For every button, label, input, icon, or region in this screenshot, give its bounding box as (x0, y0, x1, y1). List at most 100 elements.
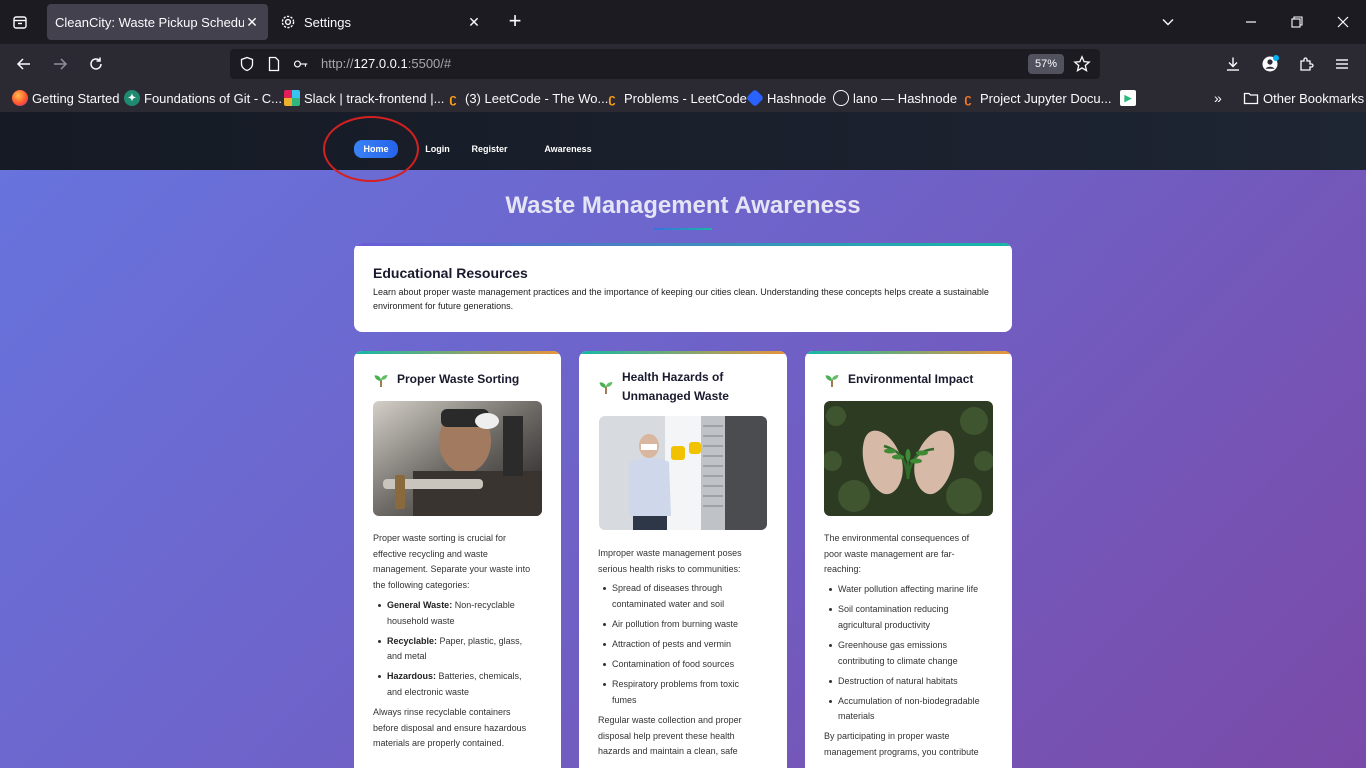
sprout-icon (374, 374, 388, 387)
card-accent-bar (579, 351, 787, 354)
star-icon[interactable] (1073, 55, 1091, 73)
tab-settings[interactable]: Settings ✕ (272, 4, 490, 40)
list-item-text: Attraction of pests and vermin (612, 639, 732, 650)
bookmark-slack[interactable]: Slack | track-frontend |... (284, 90, 444, 106)
url-host: 127.0.0.1 (353, 56, 408, 71)
list-item-text: Accumulation of non-biodegradable materi… (838, 695, 980, 722)
list-item-text: Destruction of natural habitats (838, 675, 958, 686)
list-item-text: Greenhouse gas emissions contributing to… (838, 639, 958, 666)
extensions-puzzle-icon[interactable] (1294, 52, 1318, 76)
key-icon[interactable] (293, 56, 309, 72)
topic-card-environmental-impact: Environmental Impact The environmental c… (805, 351, 1012, 768)
list-item: Spread of diseases through contaminated … (598, 581, 758, 612)
list-item: General Waste: Non-recyclable household … (373, 598, 533, 629)
sprout-icon (599, 382, 613, 394)
other-bookmarks[interactable]: Other Bookmarks (1243, 90, 1364, 106)
list-item-text: Respiratory problems from toxic fumes (612, 679, 740, 705)
close-window-icon[interactable] (1331, 10, 1355, 34)
topic-card-waste-sorting: Proper Waste Sorting Proper waste sortin… (354, 351, 561, 768)
gear-icon (280, 14, 296, 30)
close-tab-icon[interactable]: ✕ (466, 14, 482, 30)
topic-header: Environmental Impact (824, 370, 973, 389)
educational-resources-text: Learn about proper waste management prac… (373, 287, 989, 311)
topic-image-cleaning-window (599, 416, 767, 530)
browser-tab-bar: CleanCity: Waste Pickup Scheduler ✕ Sett… (0, 0, 1366, 44)
shield-icon[interactable] (239, 56, 255, 72)
back-arrow-icon[interactable] (12, 52, 36, 76)
slack-icon (284, 90, 300, 106)
url-scheme: http:// (321, 56, 354, 71)
educational-resources-heading: Educational Resources (373, 265, 528, 281)
list-item: Recyclable: Paper, plastic, glass, and m… (373, 634, 533, 665)
bookmark-label: Foundations of Git - C... (144, 90, 283, 106)
topic-title: Environmental Impact (848, 372, 974, 386)
leetcode-icon: ʗ (608, 90, 616, 106)
list-item: Hazardous: Batteries, chemicals, and ele… (373, 669, 533, 700)
page-icon[interactable] (266, 56, 282, 72)
close-tab-icon[interactable]: ✕ (244, 14, 260, 30)
list-item: Greenhouse gas emissions contributing to… (824, 638, 984, 669)
reload-icon[interactable] (84, 52, 108, 76)
minimize-icon[interactable] (1239, 10, 1263, 34)
folder-icon (1243, 90, 1259, 106)
topic-image-worker-welding (373, 401, 542, 516)
account-icon[interactable] (1258, 52, 1282, 76)
topic-outro: Always rinse recyclable containers befor… (373, 706, 527, 749)
topic-header: Health Hazards of Unmanaged Waste (598, 368, 768, 406)
git-course-icon: ✦ (124, 90, 140, 106)
list-item-label: Hazardous: (387, 671, 437, 682)
list-item-label: Recyclable: (387, 635, 438, 646)
bookmark-play-icon-only[interactable]: ▶ (1120, 90, 1140, 106)
topic-list: Water pollution affecting marine life So… (824, 582, 984, 725)
nav-register-link[interactable]: Register (467, 140, 512, 158)
list-item-text: Spread of diseases through contaminated … (612, 583, 725, 610)
bookmark-label: (3) LeetCode - The Wo... (465, 90, 609, 106)
nav-login-link[interactable]: Login (420, 140, 455, 158)
page-title: Waste Management Awareness (505, 192, 861, 219)
topic-body: The environmental consequences of poor w… (824, 531, 984, 761)
globe-icon (833, 90, 849, 106)
bookmark-label: Hashnode (767, 90, 827, 106)
firefox-icon (12, 90, 28, 106)
bookmark-hashnode[interactable]: Hashnode (745, 88, 827, 108)
bookmark-leetcode-home[interactable]: ʗ (3) LeetCode - The Wo... (445, 90, 608, 106)
list-item-label: General Waste: (387, 599, 453, 610)
bookmarks-toolbar: Getting Started ✦ Foundations of Git - C… (0, 84, 1366, 112)
bookmark-label: lano — Hashnode (853, 90, 958, 106)
chevron-down-icon[interactable] (1156, 10, 1180, 34)
menu-icon[interactable] (1330, 52, 1354, 76)
bookmark-label: Project Jupyter Docu... (980, 90, 1112, 106)
tab-list-icon[interactable] (8, 10, 32, 34)
bookmark-lano-hashnode[interactable]: lano — Hashnode (833, 90, 957, 106)
tab-cleancity[interactable]: CleanCity: Waste Pickup Scheduler ✕ (47, 4, 268, 40)
list-item: Respiratory problems from toxic fumes (598, 677, 758, 708)
bookmark-leetcode-problems[interactable]: ʗ Problems - LeetCode (604, 90, 746, 106)
bookmark-getting-started[interactable]: Getting Started (12, 90, 119, 106)
restore-icon[interactable] (1285, 10, 1309, 34)
url-path: :5500/# (407, 56, 452, 71)
nav-awareness-link[interactable]: Awareness (538, 140, 598, 158)
zoom-level-badge[interactable]: 57% (1028, 54, 1064, 74)
hashnode-icon (745, 88, 765, 108)
url-text[interactable]: http://127.0.0.1:5500/# (321, 56, 451, 71)
topic-title: Health Hazards of Unmanaged Waste (622, 370, 729, 403)
list-item-text: Soil contamination reducing agricultural… (838, 604, 949, 630)
topic-intro: The environmental consequences of poor w… (824, 533, 970, 575)
card-accent-bar (354, 351, 561, 354)
url-bar[interactable]: http://127.0.0.1:5500/# 57% (230, 49, 1100, 79)
list-item: Attraction of pests and vermin (598, 637, 758, 653)
bookmark-foundations-of-git[interactable]: ✦ Foundations of Git - C... (124, 90, 282, 106)
list-item: Air pollution from burning waste (598, 617, 758, 633)
topic-title: Proper Waste Sorting (397, 372, 520, 386)
tab-title: Settings (304, 14, 351, 30)
site-header: Home Login Register Awareness (0, 112, 1366, 170)
list-item: Water pollution affecting marine life (824, 582, 984, 598)
annotation-circle (323, 116, 419, 182)
jupyter-icon: ʗ (964, 90, 972, 106)
new-tab-plus-icon[interactable]: + (503, 10, 527, 34)
chevron-double-right-icon[interactable]: » (1214, 90, 1222, 106)
topic-intro: Proper waste sorting is crucial for effe… (373, 533, 531, 591)
forward-arrow-icon[interactable] (48, 52, 72, 76)
download-icon[interactable] (1221, 52, 1245, 76)
bookmark-jupyter-docs[interactable]: ʗ Project Jupyter Docu... (960, 90, 1112, 106)
